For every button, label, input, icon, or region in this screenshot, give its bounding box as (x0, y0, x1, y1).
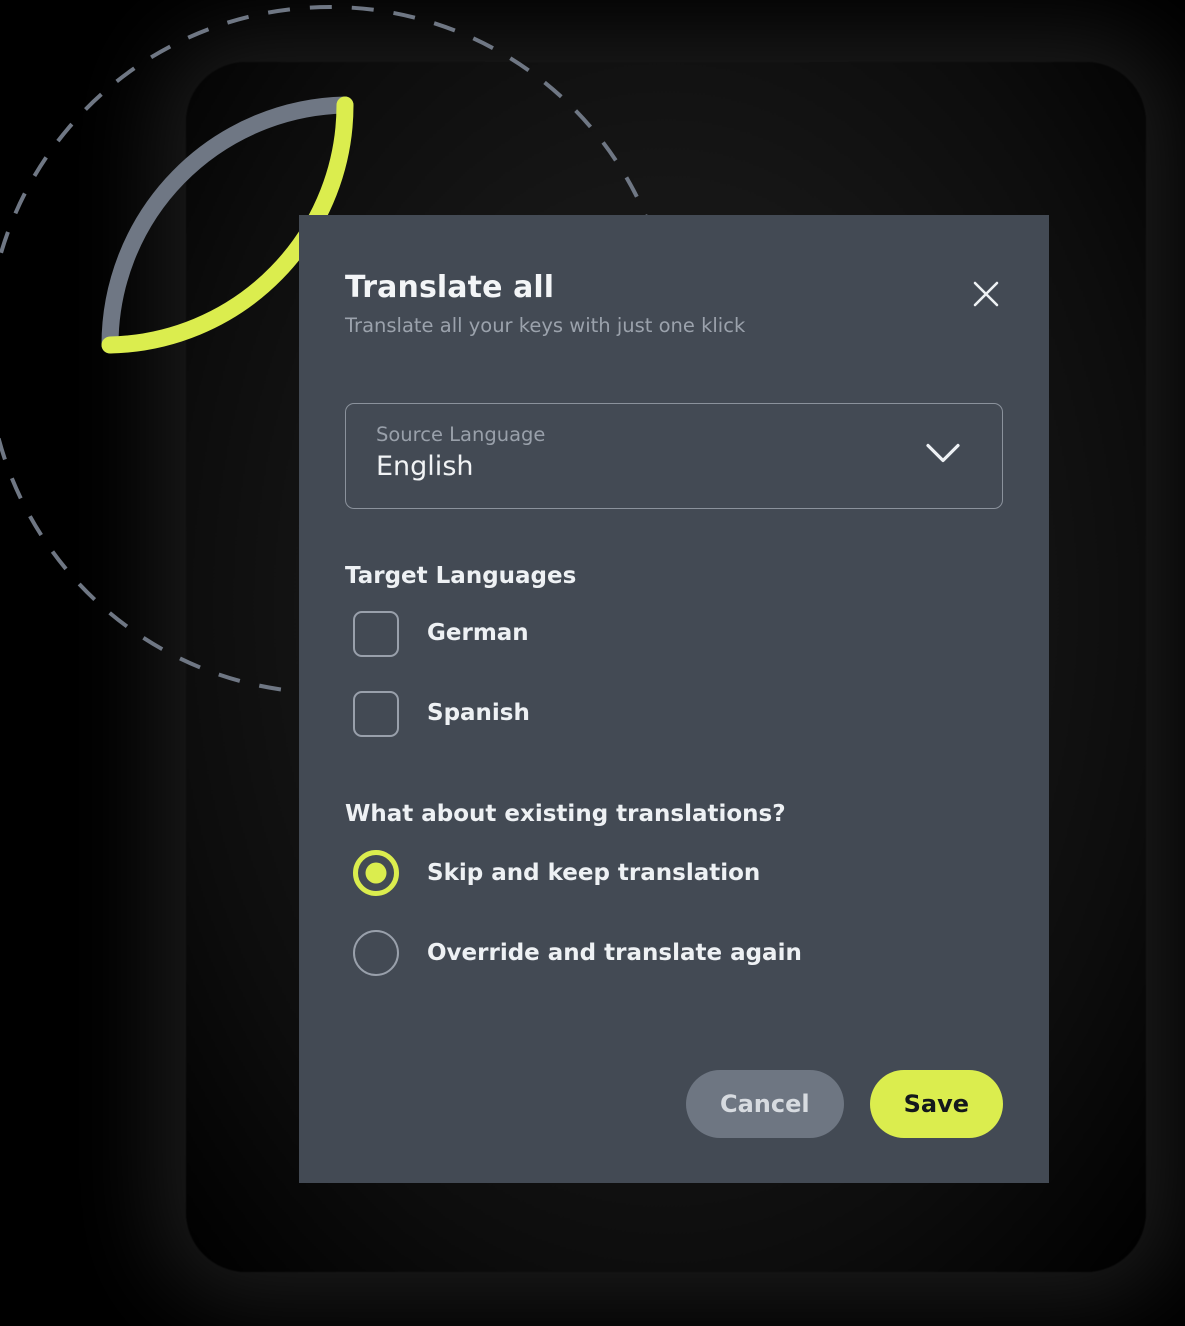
target-languages-list: German Spanish (345, 609, 1003, 739)
checkbox-label-german: German (427, 620, 529, 647)
radio-row-override[interactable]: Override and translate again (345, 928, 1003, 978)
checkbox-row-spanish[interactable]: Spanish (345, 689, 1003, 739)
close-button[interactable] (965, 273, 1007, 315)
radio-label-override: Override and translate again (427, 939, 802, 966)
existing-translations-list: Skip and keep translation Override and t… (345, 848, 1003, 978)
source-language-value: English (376, 451, 474, 483)
save-button[interactable]: Save (869, 1070, 1003, 1138)
cancel-button[interactable]: Cancel (685, 1070, 844, 1138)
source-language-label: Source Language (376, 423, 546, 446)
radio-row-skip[interactable]: Skip and keep translation (345, 848, 1003, 898)
dialog-subtitle: Translate all your keys with just one kl… (345, 313, 746, 337)
page-title: Translate all (345, 270, 555, 305)
translate-all-dialog: Translate all Translate all your keys wi… (299, 215, 1049, 1183)
close-icon (973, 281, 999, 307)
radio-skip-and-keep[interactable] (353, 850, 399, 897)
checkbox-label-spanish: Spanish (427, 700, 530, 727)
checkbox-spanish[interactable] (353, 690, 399, 737)
checkbox-row-german[interactable]: German (345, 609, 1003, 659)
radio-override-and-translate[interactable] (353, 930, 399, 977)
radio-label-skip-and-keep: Skip and keep translation (427, 859, 761, 886)
chevron-down-icon (926, 443, 960, 469)
dialog-header: Translate all Translate all your keys wi… (345, 270, 1003, 363)
target-languages-title: Target Languages (345, 563, 577, 589)
dialog-footer: Cancel Save (685, 1070, 1003, 1138)
existing-translations-title: What about existing translations? (345, 800, 786, 827)
source-language-select[interactable]: Source Language English (345, 403, 1003, 509)
checkbox-german[interactable] (353, 610, 399, 657)
